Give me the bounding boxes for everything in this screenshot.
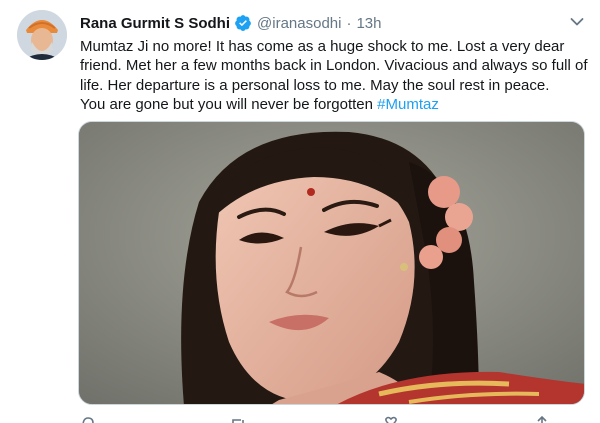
avatar[interactable] — [17, 10, 67, 60]
tweet-photo[interactable] — [78, 121, 585, 405]
avatar-image — [17, 10, 67, 60]
author-handle[interactable]: @iranasodhi — [257, 15, 341, 32]
chevron-down-icon — [570, 18, 584, 26]
share-icon — [537, 415, 547, 423]
header-separator: · — [346, 14, 352, 32]
like-icon — [384, 416, 397, 423]
tweet-timestamp[interactable]: 13h — [356, 15, 381, 32]
share-button[interactable] — [534, 414, 550, 423]
tweet-text-line: Mumtaz Ji no more! It has come as a huge… — [80, 38, 565, 55]
retweet-icon — [232, 419, 245, 423]
tweet-text-line: You are gone but you will never be forgo… — [80, 96, 378, 114]
verified-badge-icon — [234, 14, 252, 32]
retweet-button[interactable] — [231, 414, 247, 423]
tweet-text-line-last: You are gone but you will never be forgo… — [80, 95, 585, 114]
like-button[interactable] — [383, 414, 399, 423]
tweet-card[interactable]: Rana Gurmit S Sodhi @iranasodhi · 13h Mu… — [0, 0, 600, 423]
tweet-text-line: life. Her departure is a personal loss t… — [80, 76, 550, 94]
hashtag-link[interactable]: #Mumtaz — [377, 96, 439, 113]
author-display-name[interactable]: Rana Gurmit S Sodhi — [80, 15, 230, 32]
tweet-header: Rana Gurmit S Sodhi @iranasodhi · 13h — [80, 13, 382, 33]
tweet-actions — [80, 414, 550, 423]
tweet-text: Mumtaz Ji no more! It has come as a huge… — [80, 37, 588, 115]
reply-button[interactable] — [80, 414, 96, 423]
photo-image — [79, 122, 584, 404]
more-options-button[interactable] — [568, 15, 586, 29]
reply-icon — [82, 417, 94, 423]
tweet-text-line: friend. Met her a few months back in Lon… — [80, 57, 588, 75]
